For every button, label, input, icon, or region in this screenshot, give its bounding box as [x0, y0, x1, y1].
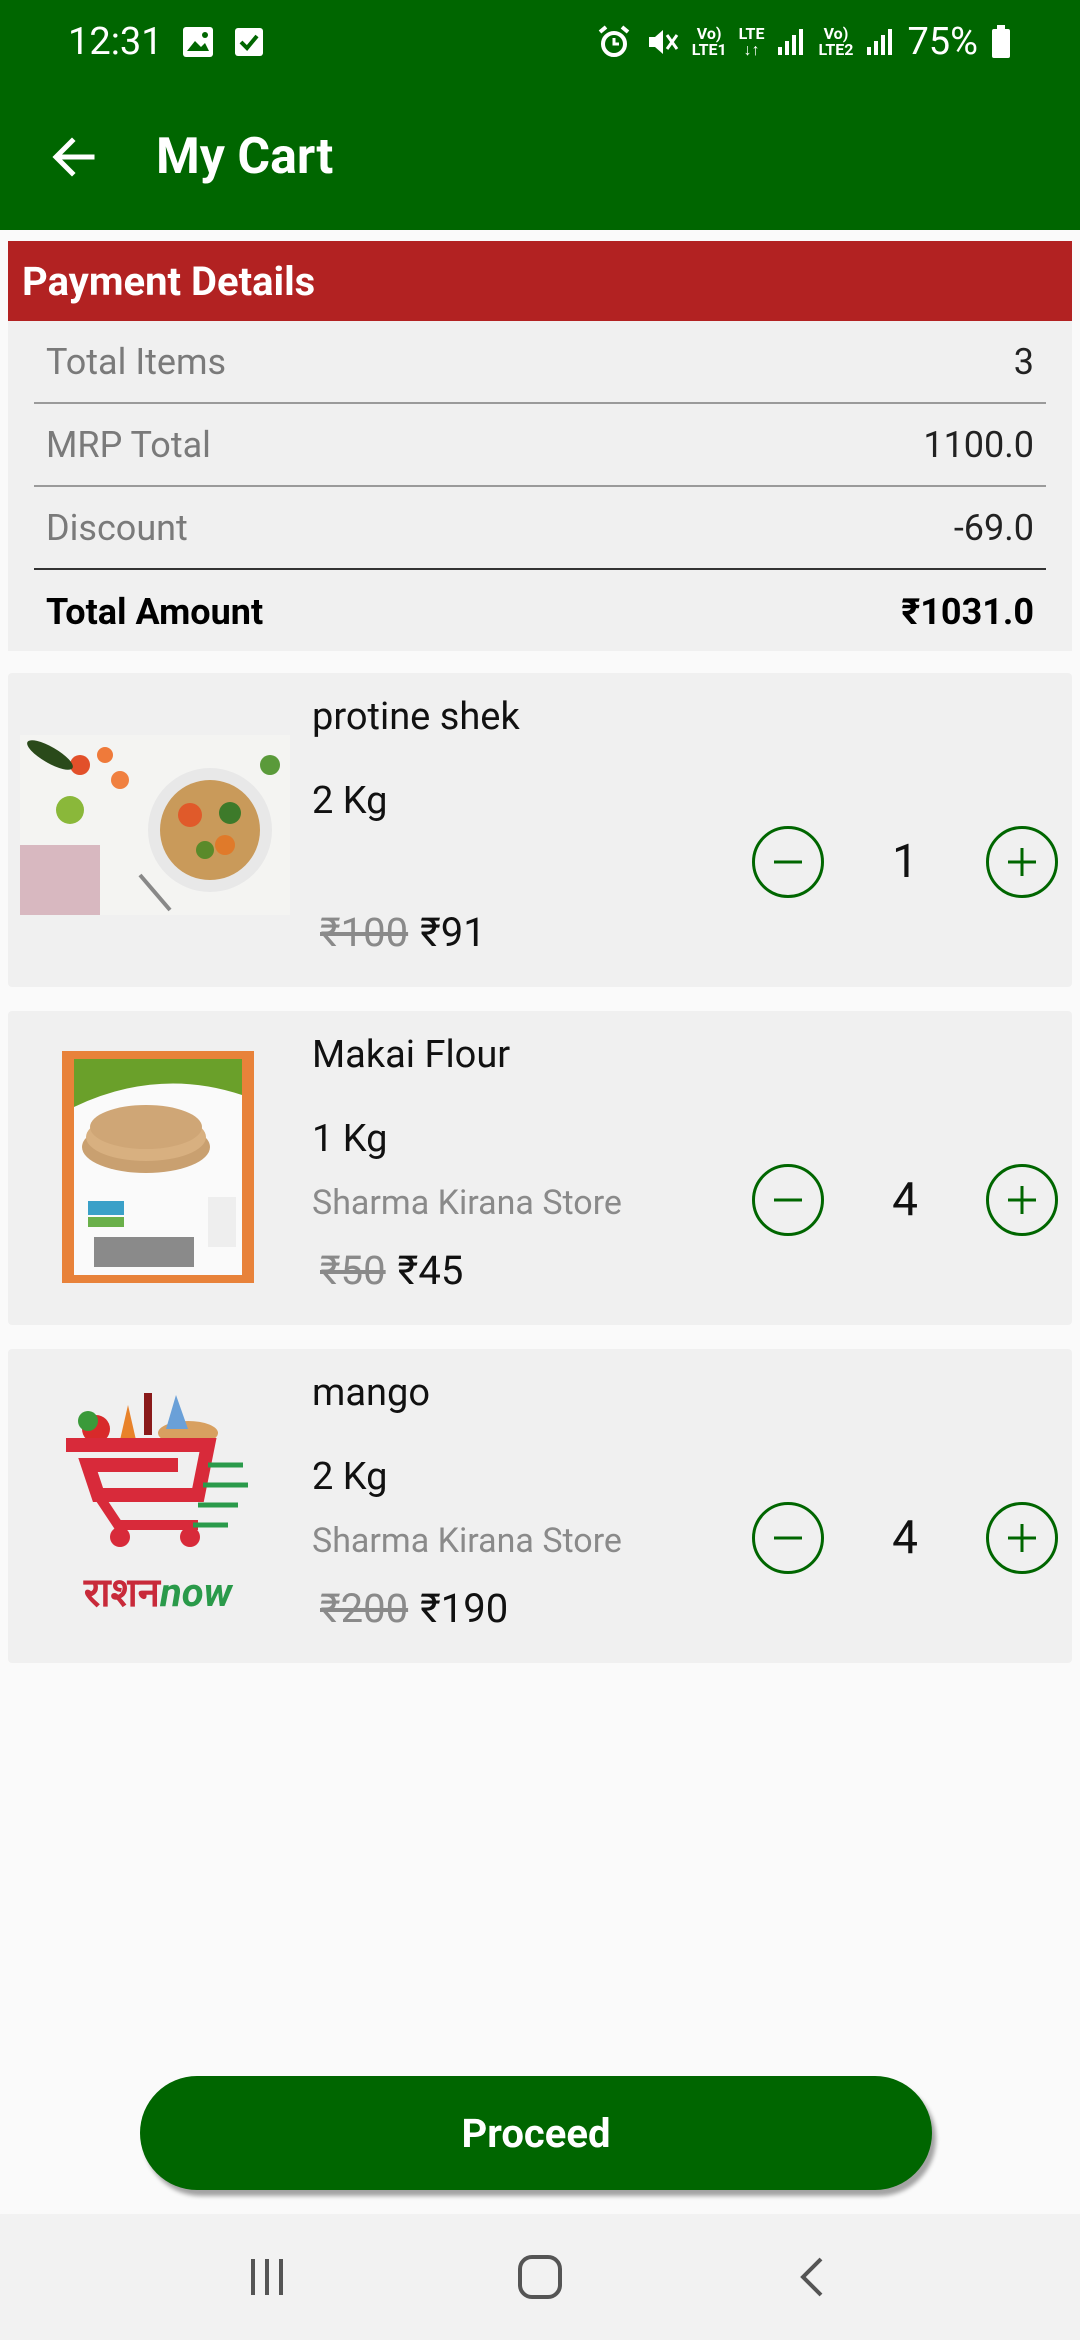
item-store: Sharma Kirana Store [312, 1521, 622, 1561]
product-image-bajra-atta [58, 1047, 258, 1287]
item-sale-price: ₹45 [397, 1247, 464, 1294]
battery-icon [990, 24, 1012, 60]
quantity-value: 4 [892, 1173, 918, 1227]
item-price: ₹100 ₹91 [320, 909, 486, 956]
quantity-stepper: 4 [752, 1163, 1058, 1237]
logo-text-now: now [160, 1569, 233, 1616]
cart-item: Makai Flour 1 Kg Sharma Kirana Store ₹50… [8, 1011, 1072, 1325]
minus-icon [774, 860, 802, 864]
decrease-quantity-button[interactable] [752, 1164, 824, 1236]
checkbox-notification-icon [233, 26, 265, 58]
back-button[interactable] [34, 117, 114, 197]
payment-details-header: Payment Details [8, 241, 1072, 321]
system-nav-bar [0, 2214, 1080, 2340]
item-sale-price: ₹91 [420, 909, 486, 956]
payment-row-discount: Discount -69.0 [34, 487, 1046, 570]
cart-item: protine shek 2 Kg ₹100 ₹91 1 [8, 673, 1072, 987]
signal-1-icon [776, 27, 806, 57]
payment-label: Total Amount [46, 590, 264, 633]
logo-text-hindi: राशन [83, 1569, 160, 1616]
cart-item: राशनnow mango 2 Kg Sharma Kirana Store ₹… [8, 1349, 1072, 1663]
quantity-value: 4 [892, 1511, 918, 1565]
item-weight: 2 Kg [312, 779, 388, 823]
item-sale-price: ₹190 [420, 1585, 509, 1632]
item-mrp: ₹200 [320, 1585, 409, 1632]
plus-icon [1008, 848, 1036, 876]
increase-quantity-button[interactable] [986, 1502, 1058, 1574]
plus-icon [1008, 1186, 1036, 1214]
decrease-quantity-button[interactable] [752, 1502, 824, 1574]
plus-icon [1008, 1524, 1036, 1552]
quantity-value: 1 [892, 835, 918, 889]
signal-2-icon [865, 27, 895, 57]
minus-icon [774, 1536, 802, 1540]
item-store: Sharma Kirana Store [312, 1183, 622, 1223]
payment-row-total-items: Total Items 3 [34, 321, 1046, 404]
payment-label: MRP Total [46, 423, 211, 466]
item-weight: 1 Kg [312, 1117, 388, 1161]
minus-icon [774, 1198, 802, 1202]
chevron-left-icon [800, 2257, 823, 2297]
payment-details-card: Payment Details Total Items 3 MRP Total … [8, 241, 1072, 651]
recent-apps-icon [250, 2259, 283, 2295]
payment-value: 3 [1013, 340, 1034, 383]
status-bar: 12:31 Vo) LTE1 LTE ↓↑ Vo) LTE2 75% [0, 0, 1080, 84]
item-name: mango [312, 1371, 430, 1415]
home-button[interactable] [490, 2227, 590, 2327]
item-weight: 2 Kg [312, 1455, 388, 1499]
item-price: ₹200 ₹190 [320, 1585, 508, 1632]
decrease-quantity-button[interactable] [752, 826, 824, 898]
gallery-icon [181, 25, 215, 59]
volte-lte1-icon: Vo) LTE1 [691, 24, 727, 59]
item-price: ₹50 ₹45 [320, 1247, 463, 1294]
mute-icon [644, 24, 680, 60]
item-name: Makai Flour [312, 1033, 511, 1077]
rashan-now-logo: राशनnow [58, 1385, 278, 1625]
system-back-button[interactable] [763, 2227, 863, 2327]
arrow-left-icon [52, 137, 95, 177]
increase-quantity-button[interactable] [986, 1164, 1058, 1236]
proceed-button[interactable]: Proceed [140, 2076, 932, 2190]
logo-text: राशनnow [58, 1569, 258, 1617]
payment-value: -69.0 [953, 506, 1034, 549]
payment-label: Discount [46, 506, 188, 549]
item-name: protine shek [312, 695, 520, 739]
payment-value: 1100.0 [923, 423, 1034, 466]
payment-label: Total Items [46, 340, 227, 383]
product-image-protein-shake [20, 735, 290, 915]
lte-data-icon: LTE ↓↑ [738, 24, 765, 59]
alarm-icon [596, 24, 632, 60]
quantity-stepper: 4 [752, 1501, 1058, 1575]
payment-row-mrp-total: MRP Total 1100.0 [34, 404, 1046, 487]
status-time: 12:31 [68, 20, 163, 64]
home-icon [517, 2255, 562, 2299]
item-mrp: ₹100 [320, 909, 409, 956]
battery-percent: 75% [907, 20, 978, 64]
payment-row-total-amount: Total Amount ₹1031.0 [34, 570, 1046, 653]
increase-quantity-button[interactable] [986, 826, 1058, 898]
volte-lte2-icon: Vo) LTE2 [818, 24, 854, 59]
item-mrp: ₹50 [320, 1247, 386, 1294]
page-title: My Cart [156, 128, 334, 186]
payment-value: ₹1031.0 [901, 590, 1034, 633]
quantity-stepper: 1 [752, 825, 1058, 899]
recent-apps-button[interactable] [217, 2227, 317, 2327]
app-bar: My Cart [0, 84, 1080, 230]
